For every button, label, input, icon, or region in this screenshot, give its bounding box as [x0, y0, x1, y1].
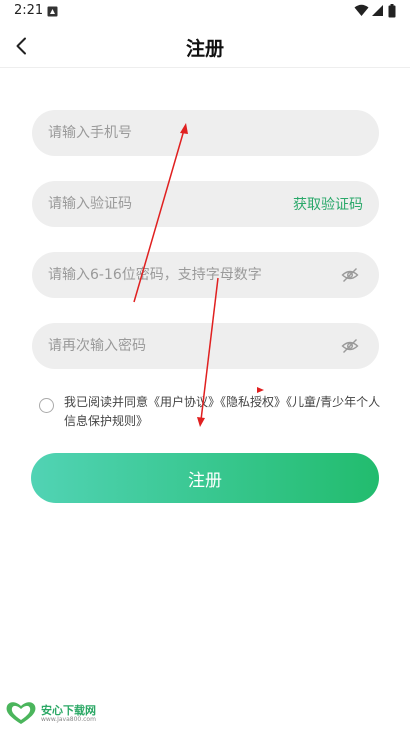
status-bar: 2:21	[0, 0, 410, 24]
confirm-password-field	[32, 323, 379, 369]
nav-bar: 注册	[0, 24, 410, 68]
page-title: 注册	[185, 38, 224, 60]
heart-logo-icon	[6, 702, 36, 724]
get-code-button[interactable]: 获取验证码	[293, 194, 363, 214]
confirm-password-input[interactable]	[32, 323, 379, 369]
watermark-url: www.Java800.com	[41, 716, 96, 723]
signal-icon	[372, 5, 383, 16]
eye-hidden-icon[interactable]	[341, 338, 359, 354]
agreement-prefix: 我已阅读并同意	[64, 395, 149, 409]
status-time: 2:21	[14, 3, 44, 18]
user-agreement-link[interactable]: 《用户协议》	[148, 395, 220, 409]
battery-icon	[388, 4, 396, 18]
register-button[interactable]: 注册	[31, 453, 379, 503]
phone-field	[32, 110, 379, 156]
privacy-authorization-link[interactable]: 《隐私授权》	[220, 395, 286, 409]
wifi-icon	[354, 4, 369, 16]
verification-code-field: 获取验证码	[32, 181, 379, 227]
watermark: 安心下载网 www.Java800.com	[4, 700, 114, 726]
phone-input[interactable]	[32, 110, 379, 156]
agreement-checkbox[interactable]	[39, 398, 54, 413]
eye-hidden-icon[interactable]	[341, 267, 359, 283]
notification-icon	[47, 6, 58, 17]
password-field	[32, 252, 379, 298]
agreement-text: 我已阅读并同意《用户协议》《隐私授权》《儿童/青少年个人信息保护规则》	[64, 393, 382, 431]
password-input[interactable]	[32, 252, 379, 298]
